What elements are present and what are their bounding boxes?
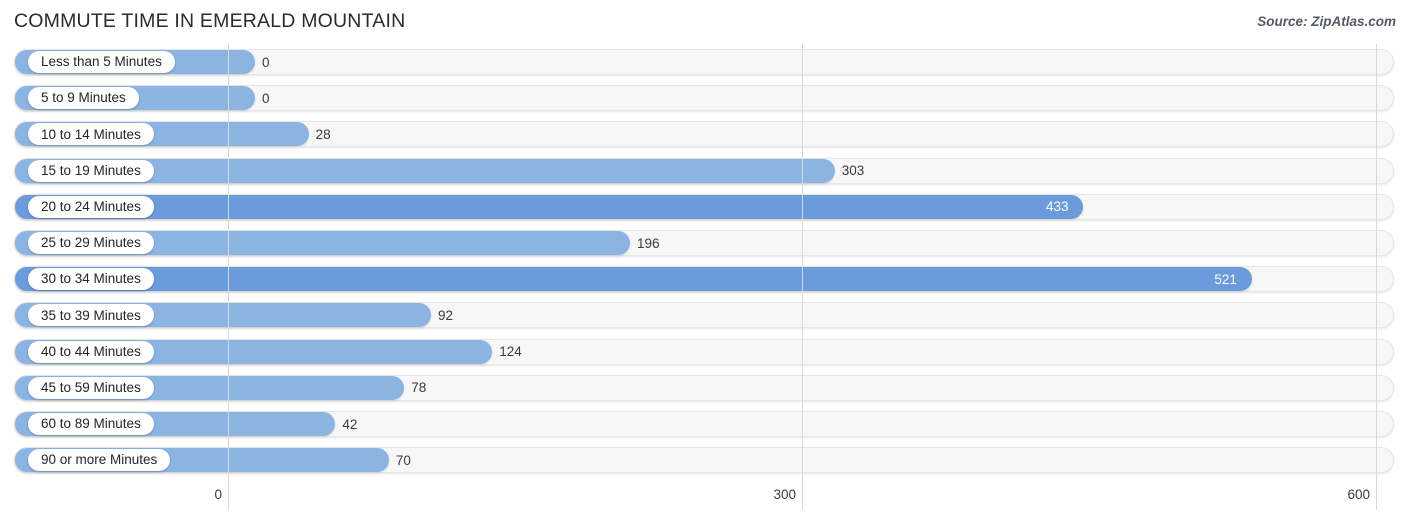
bar-row[interactable]: 30 to 34 Minutes 521 [14, 266, 1394, 293]
category-label: 10 to 14 Minutes [28, 123, 154, 146]
bar[interactable] [15, 194, 1084, 219]
bar-row[interactable]: Less than 5 Minutes 0 [14, 49, 1394, 75]
bar-rows: Less than 5 Minutes 0 5 to 9 Minutes 0 10 to… [0, 44, 1406, 484]
bar-value-label: 28 [315, 126, 331, 142]
bar-value-label: 433 [1045, 199, 1069, 215]
bar-row[interactable]: 45 to 59 Minutes 78 [14, 374, 1394, 401]
bar-value-label: 124 [499, 344, 522, 360]
bar-value-label: 0 [262, 90, 270, 106]
category-label-text: 60 to 89 Minutes [41, 416, 141, 432]
chart-container: COMMUTE TIME IN EMERALD MOUNTAIN Source:… [0, 0, 1406, 522]
category-label: 5 to 9 Minutes [28, 87, 139, 110]
bar-row[interactable]: 90 or more Minutes 70 [14, 447, 1394, 474]
axis-tick-label: 600 [1347, 487, 1370, 502]
bar-value-label: 78 [411, 380, 427, 396]
bar-row[interactable]: 20 to 24 Minutes 433 [14, 193, 1394, 220]
bar-row[interactable]: 10 to 14 Minutes 28 [14, 121, 1394, 148]
axis-tick [228, 484, 229, 510]
category-label: 45 to 59 Minutes [28, 376, 154, 399]
chart-header: COMMUTE TIME IN EMERALD MOUNTAIN Source:… [0, 0, 1406, 44]
category-label-text: 45 to 59 Minutes [41, 380, 141, 396]
category-label-text: 25 to 29 Minutes [41, 235, 141, 251]
category-label-text: Less than 5 Minutes [41, 54, 162, 70]
category-label: 15 to 19 Minutes [28, 159, 154, 182]
category-label: 30 to 34 Minutes [28, 268, 154, 291]
category-label: 20 to 24 Minutes [28, 195, 154, 218]
category-label-text: 40 to 44 Minutes [41, 343, 141, 359]
bar[interactable] [15, 267, 1252, 292]
category-label-text: 35 to 39 Minutes [41, 307, 141, 323]
category-label: 90 or more Minutes [28, 449, 171, 472]
source-attribution: Source: ZipAtlas.com [1257, 14, 1396, 29]
category-label-text: 90 or more Minutes [41, 452, 158, 468]
bar-value-label: 70 [395, 452, 411, 468]
category-label-text: 30 to 34 Minutes [41, 271, 141, 287]
category-label-text: 20 to 24 Minutes [41, 199, 141, 215]
bar-value-label: 196 [637, 235, 660, 251]
page-title: COMMUTE TIME IN EMERALD MOUNTAIN [14, 10, 406, 32]
bar-value-label: 521 [1214, 271, 1237, 287]
category-label-text: 15 to 19 Minutes [41, 162, 141, 178]
bar-row[interactable]: 25 to 29 Minutes 196 [14, 230, 1394, 256]
axis-tick-label: 0 [214, 487, 222, 502]
bar-row[interactable]: 15 to 19 Minutes 303 [14, 157, 1394, 184]
category-label: Less than 5 Minutes [28, 51, 175, 73]
category-label: 60 to 89 Minutes [28, 413, 154, 435]
category-label-text: 5 to 9 Minutes [41, 90, 126, 106]
axis-tick [1376, 484, 1377, 510]
bar-value-label: 303 [841, 163, 865, 179]
plot-area: Less than 5 Minutes 0 5 to 9 Minutes 0 10 to… [0, 44, 1406, 484]
axis-tick-label: 300 [773, 487, 796, 502]
category-label-text: 10 to 14 Minutes [41, 126, 141, 142]
x-axis: 0 300 600 [0, 484, 1406, 522]
bar-row[interactable]: 35 to 39 Minutes 92 [14, 302, 1394, 329]
bar-row[interactable]: 40 to 44 Minutes 124 [14, 338, 1394, 365]
bar-row[interactable]: 5 to 9 Minutes 0 [14, 85, 1394, 112]
category-label: 25 to 29 Minutes [28, 232, 154, 254]
bar-value-label: 42 [342, 416, 358, 432]
bar-value-label: 92 [438, 307, 454, 323]
category-label: 35 to 39 Minutes [28, 304, 154, 327]
bar-value-label: 0 [262, 54, 270, 70]
bar-row[interactable]: 60 to 89 Minutes 42 [14, 411, 1394, 437]
category-label: 40 to 44 Minutes [28, 340, 154, 363]
axis-tick [802, 484, 803, 510]
